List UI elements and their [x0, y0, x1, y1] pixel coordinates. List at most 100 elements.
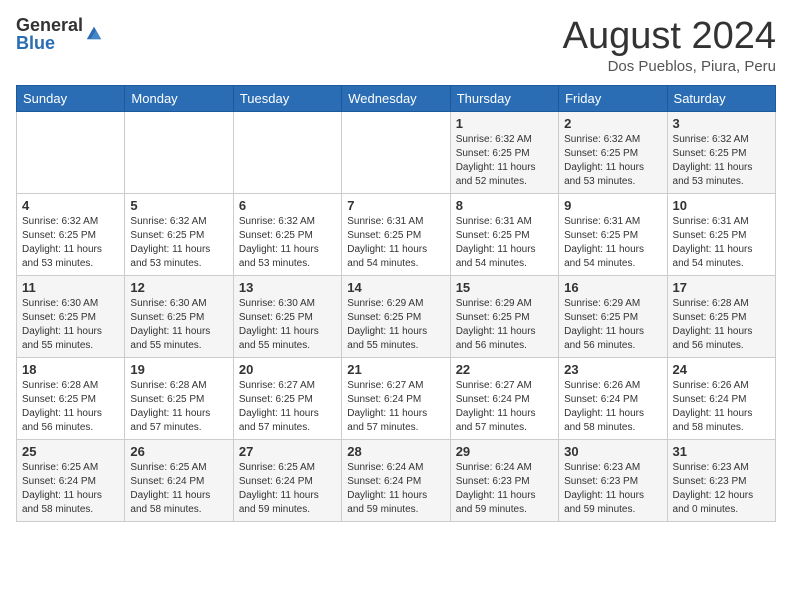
- calendar-week-1: 1 Sunrise: 6:32 AM Sunset: 6:25 PM Daylig…: [17, 111, 776, 193]
- calendar-day-12: 12Sunrise: 6:30 AM Sunset: 6:25 PM Dayli…: [125, 275, 233, 357]
- calendar-day-2: 2 Sunrise: 6:32 AM Sunset: 6:25 PM Daylig…: [559, 111, 667, 193]
- day-info: Sunrise: 6:25 AM Sunset: 6:24 PM Dayligh…: [22, 461, 119, 517]
- column-header-sunday: Sunday: [17, 85, 125, 111]
- day-number: 2: [564, 116, 661, 131]
- day-number: 3: [673, 116, 770, 131]
- day-number: 11: [22, 280, 119, 295]
- column-header-saturday: Saturday: [667, 85, 775, 111]
- day-number: 13: [239, 280, 336, 295]
- calendar-day-18: 18 Sunrise: 6:28 AM Sunset: 6:25 PM Dayli…: [17, 357, 125, 439]
- day-info: Sunrise: 6:32 AM Sunset: 6:25 PM Dayligh…: [673, 133, 770, 189]
- day-info: Sunrise: 6:27 AM Sunset: 6:25 PM Dayligh…: [239, 379, 336, 435]
- day-number: 1: [456, 116, 553, 131]
- logo-general: General: [16, 16, 83, 34]
- day-number: 25: [22, 444, 119, 459]
- day-info: Sunrise: 6:30 AM Sunset: 6:25 PM Dayligh…: [22, 297, 119, 353]
- calendar-day-27: 27 Sunrise: 6:25 AM Sunset: 6:24 PM Dayli…: [233, 439, 341, 521]
- calendar-day-19: 19 Sunrise: 6:28 AM Sunset: 6:25 PM Dayli…: [125, 357, 233, 439]
- day-info: Sunrise: 6:26 AM Sunset: 6:24 PM Dayligh…: [673, 379, 770, 435]
- column-header-friday: Friday: [559, 85, 667, 111]
- calendar-day-22: 22 Sunrise: 6:27 AM Sunset: 6:24 PM Dayli…: [450, 357, 558, 439]
- calendar-day-8: 8 Sunrise: 6:31 AM Sunset: 6:25 PM Daylig…: [450, 193, 558, 275]
- calendar-day-29: 29 Sunrise: 6:24 AM Sunset: 6:23 PM Dayli…: [450, 439, 558, 521]
- calendar-day-3: 3 Sunrise: 6:32 AM Sunset: 6:25 PM Daylig…: [667, 111, 775, 193]
- day-info: Sunrise: 6:29 AM Sunset: 6:25 PM Dayligh…: [456, 297, 553, 353]
- day-number: 14: [347, 280, 444, 295]
- logo: General Blue: [16, 16, 103, 52]
- day-info: Sunrise: 6:32 AM Sunset: 6:25 PM Dayligh…: [239, 215, 336, 271]
- calendar-empty: [125, 111, 233, 193]
- day-number: 18: [22, 362, 119, 377]
- calendar-day-30: 30 Sunrise: 6:23 AM Sunset: 6:23 PM Dayli…: [559, 439, 667, 521]
- calendar-empty: [342, 111, 450, 193]
- day-number: 26: [130, 444, 227, 459]
- day-info: Sunrise: 6:32 AM Sunset: 6:25 PM Dayligh…: [456, 133, 553, 189]
- page-header: General Blue August 2024 Dos Pueblos, Pi…: [16, 16, 776, 75]
- day-info: Sunrise: 6:25 AM Sunset: 6:24 PM Dayligh…: [130, 461, 227, 517]
- day-number: 4: [22, 198, 119, 213]
- day-info: Sunrise: 6:29 AM Sunset: 6:25 PM Dayligh…: [564, 297, 661, 353]
- day-number: 27: [239, 444, 336, 459]
- day-info: Sunrise: 6:31 AM Sunset: 6:25 PM Dayligh…: [673, 215, 770, 271]
- day-info: Sunrise: 6:28 AM Sunset: 6:25 PM Dayligh…: [130, 379, 227, 435]
- day-info: Sunrise: 6:27 AM Sunset: 6:24 PM Dayligh…: [347, 379, 444, 435]
- location-subtitle: Dos Pueblos, Piura, Peru: [563, 58, 776, 75]
- day-number: 31: [673, 444, 770, 459]
- calendar-day-10: 10 Sunrise: 6:31 AM Sunset: 6:25 PM Dayli…: [667, 193, 775, 275]
- day-info: Sunrise: 6:30 AM Sunset: 6:25 PM Dayligh…: [239, 297, 336, 353]
- day-number: 9: [564, 198, 661, 213]
- day-info: Sunrise: 6:23 AM Sunset: 6:23 PM Dayligh…: [673, 461, 770, 517]
- day-number: 30: [564, 444, 661, 459]
- day-info: Sunrise: 6:31 AM Sunset: 6:25 PM Dayligh…: [347, 215, 444, 271]
- day-number: 21: [347, 362, 444, 377]
- day-number: 22: [456, 362, 553, 377]
- calendar-empty: [233, 111, 341, 193]
- calendar-day-26: 26 Sunrise: 6:25 AM Sunset: 6:24 PM Dayli…: [125, 439, 233, 521]
- calendar-day-24: 24Sunrise: 6:26 AM Sunset: 6:24 PM Dayli…: [667, 357, 775, 439]
- calendar-week-2: 4 Sunrise: 6:32 AM Sunset: 6:25 PM Daylig…: [17, 193, 776, 275]
- day-info: Sunrise: 6:28 AM Sunset: 6:25 PM Dayligh…: [673, 297, 770, 353]
- calendar-week-4: 18 Sunrise: 6:28 AM Sunset: 6:25 PM Dayli…: [17, 357, 776, 439]
- day-info: Sunrise: 6:24 AM Sunset: 6:23 PM Dayligh…: [456, 461, 553, 517]
- calendar-day-20: 20 Sunrise: 6:27 AM Sunset: 6:25 PM Dayli…: [233, 357, 341, 439]
- day-number: 12: [130, 280, 227, 295]
- day-info: Sunrise: 6:28 AM Sunset: 6:25 PM Dayligh…: [22, 379, 119, 435]
- calendar-day-1: 1 Sunrise: 6:32 AM Sunset: 6:25 PM Daylig…: [450, 111, 558, 193]
- day-number: 23: [564, 362, 661, 377]
- month-year: August 2024: [563, 16, 776, 58]
- calendar-day-23: 23 Sunrise: 6:26 AM Sunset: 6:24 PM Dayli…: [559, 357, 667, 439]
- day-number: 19: [130, 362, 227, 377]
- calendar-day-13: 13 Sunrise: 6:30 AM Sunset: 6:25 PM Dayli…: [233, 275, 341, 357]
- title-block: August 2024 Dos Pueblos, Piura, Peru: [563, 16, 776, 75]
- day-info: Sunrise: 6:27 AM Sunset: 6:24 PM Dayligh…: [456, 379, 553, 435]
- day-number: 15: [456, 280, 553, 295]
- column-header-monday: Monday: [125, 85, 233, 111]
- logo-icon: [85, 23, 103, 41]
- column-header-tuesday: Tuesday: [233, 85, 341, 111]
- calendar-week-5: 25 Sunrise: 6:25 AM Sunset: 6:24 PM Dayli…: [17, 439, 776, 521]
- day-info: Sunrise: 6:24 AM Sunset: 6:24 PM Dayligh…: [347, 461, 444, 517]
- calendar-day-9: 9Sunrise: 6:31 AM Sunset: 6:25 PM Daylig…: [559, 193, 667, 275]
- day-info: Sunrise: 6:23 AM Sunset: 6:23 PM Dayligh…: [564, 461, 661, 517]
- column-header-wednesday: Wednesday: [342, 85, 450, 111]
- calendar-day-25: 25 Sunrise: 6:25 AM Sunset: 6:24 PM Dayli…: [17, 439, 125, 521]
- day-info: Sunrise: 6:29 AM Sunset: 6:25 PM Dayligh…: [347, 297, 444, 353]
- calendar-day-5: 5Sunrise: 6:32 AM Sunset: 6:25 PM Daylig…: [125, 193, 233, 275]
- day-number: 8: [456, 198, 553, 213]
- calendar-day-4: 4Sunrise: 6:32 AM Sunset: 6:25 PM Daylig…: [17, 193, 125, 275]
- day-number: 7: [347, 198, 444, 213]
- calendar-day-17: 17 Sunrise: 6:28 AM Sunset: 6:25 PM Dayli…: [667, 275, 775, 357]
- day-info: Sunrise: 6:31 AM Sunset: 6:25 PM Dayligh…: [456, 215, 553, 271]
- column-header-thursday: Thursday: [450, 85, 558, 111]
- calendar-day-31: 31 Sunrise: 6:23 AM Sunset: 6:23 PM Dayli…: [667, 439, 775, 521]
- day-info: Sunrise: 6:26 AM Sunset: 6:24 PM Dayligh…: [564, 379, 661, 435]
- day-number: 20: [239, 362, 336, 377]
- day-info: Sunrise: 6:32 AM Sunset: 6:25 PM Dayligh…: [564, 133, 661, 189]
- logo-blue: Blue: [16, 34, 83, 52]
- day-info: Sunrise: 6:32 AM Sunset: 6:25 PM Dayligh…: [130, 215, 227, 271]
- day-number: 17: [673, 280, 770, 295]
- day-number: 10: [673, 198, 770, 213]
- calendar-table: SundayMondayTuesdayWednesdayThursdayFrid…: [16, 85, 776, 522]
- day-info: Sunrise: 6:25 AM Sunset: 6:24 PM Dayligh…: [239, 461, 336, 517]
- day-number: 29: [456, 444, 553, 459]
